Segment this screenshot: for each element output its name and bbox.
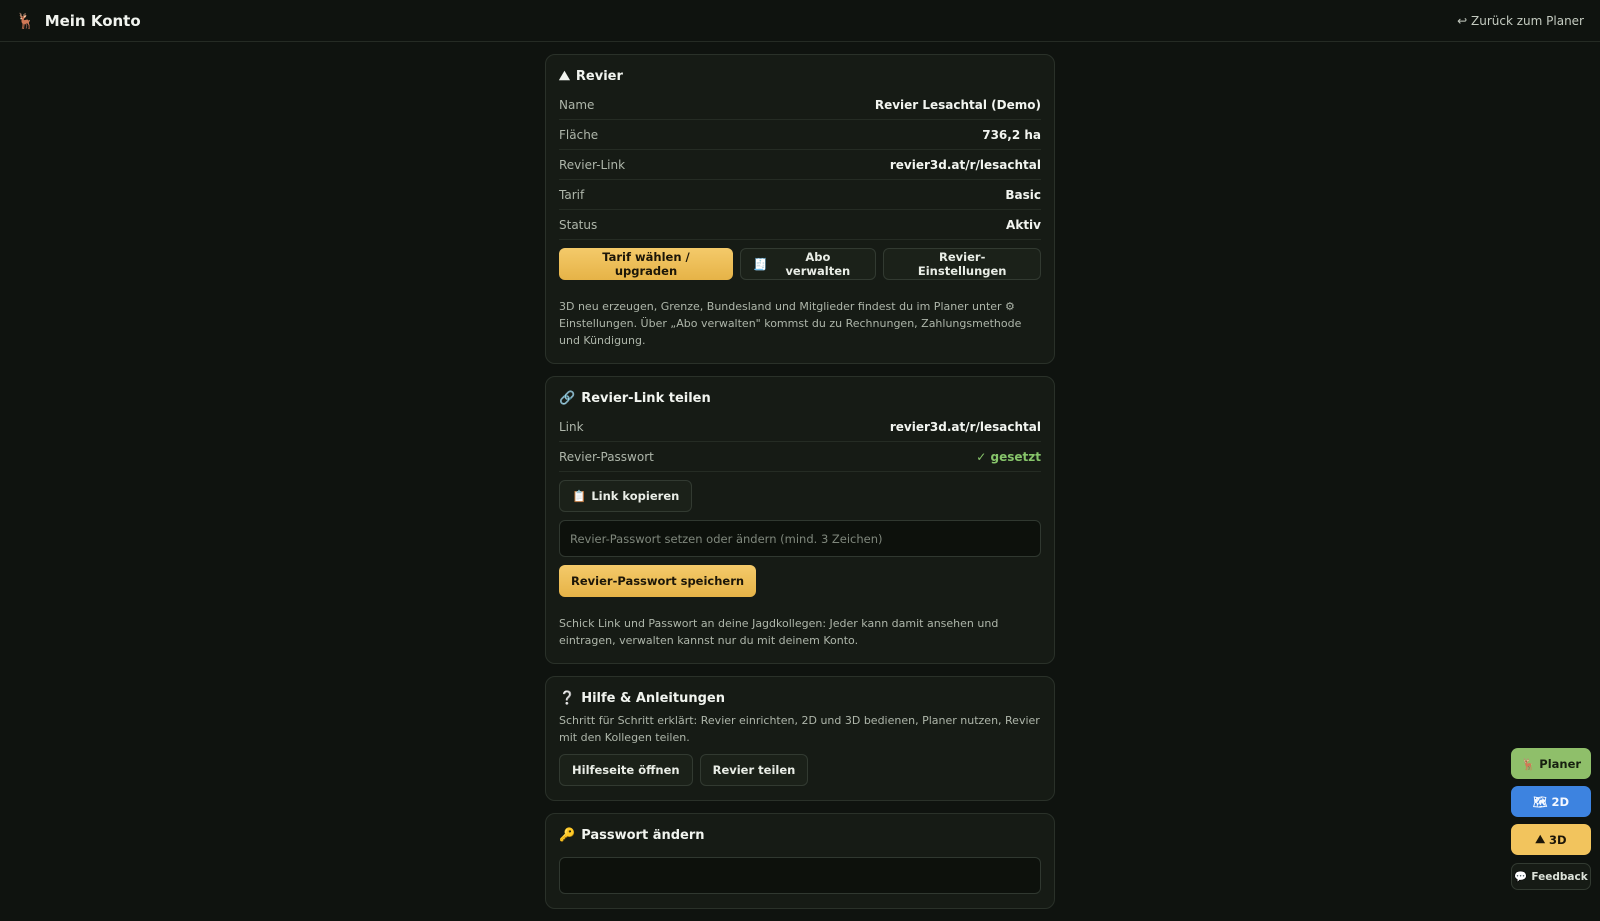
account-main: ⛰ Revier Name Revier Lesachtal (Demo) Fl…: [545, 54, 1055, 921]
help-note: Schritt für Schritt erklärt: Revier einr…: [559, 714, 1040, 744]
revier-password-input[interactable]: [559, 520, 1041, 557]
feedback-button[interactable]: 💬 Feedback: [1511, 863, 1591, 890]
manage-abo-button[interactable]: 🧾 Abo verwalten: [739, 248, 877, 280]
help-card: ❔ Hilfe & Anleitungen Schritt für Schrit…: [545, 676, 1055, 801]
revier-row-area: Fläche 736,2 ha: [559, 120, 1041, 150]
save-password-button[interactable]: Revier-Passwort speichern: [559, 565, 757, 597]
row-label: Revier-Passwort: [559, 449, 654, 464]
row-label: Revier-Link: [559, 157, 626, 172]
row-label: Fläche: [559, 127, 599, 142]
speech-bubble-icon: 💬: [1514, 871, 1528, 883]
share-row-password: Revier-Passwort ✓ gesetzt: [559, 442, 1041, 472]
receipt-icon: 🧾: [752, 257, 768, 271]
revier-card: ⛰ Revier Name Revier Lesachtal (Demo) Fl…: [545, 54, 1055, 364]
two-d-label: 2D: [1551, 794, 1570, 809]
top-bar: 🦌 Mein Konto ↩ Zurück zum Planer: [0, 0, 1600, 42]
row-value: revier3d.at/r/lesachtal: [889, 157, 1041, 172]
share-actions: 📋 Link kopieren: [559, 480, 1041, 512]
save-label: Revier-Passwort speichern: [571, 574, 745, 588]
row-value: Basic: [1005, 187, 1041, 202]
current-password-field[interactable]: [559, 857, 1041, 894]
revier-title: Revier: [575, 69, 623, 84]
share-revier-label: Revier teilen: [712, 763, 796, 777]
row-value: 736,2 ha: [982, 127, 1041, 142]
help-title: Hilfe & Anleitungen: [581, 691, 725, 706]
question-icon: ❔: [559, 691, 576, 706]
copy-link-button[interactable]: 📋 Link kopieren: [559, 480, 693, 512]
row-label: Link: [559, 419, 584, 434]
revier-row-tarif: Tarif Basic: [559, 180, 1041, 210]
upgrade-tarif-button[interactable]: Tarif wählen / upgraden: [559, 248, 733, 280]
row-label: Status: [559, 217, 598, 232]
deer-icon: 🦌: [16, 11, 35, 30]
share-note: Schick Link und Passwort an deine Jagdko…: [559, 617, 999, 647]
mountain-icon: ⛰: [559, 69, 570, 84]
revier-row-name: Name Revier Lesachtal (Demo): [559, 90, 1041, 120]
view-3d-fab[interactable]: ⛰ 3D: [1511, 824, 1591, 855]
back-to-planer-link[interactable]: ↩ Zurück zum Planer: [1457, 14, 1584, 28]
row-value: revier3d.at/r/lesachtal: [889, 419, 1041, 434]
abo-label: Abo verwalten: [785, 250, 851, 278]
password-title: Passwort ändern: [581, 828, 705, 843]
row-value: Aktiv: [1006, 217, 1041, 232]
revier-row-status: Status Aktiv: [559, 210, 1041, 240]
settings-label: Revier-Einstellungen: [917, 250, 1007, 278]
share-revier-button[interactable]: Revier teilen: [699, 754, 809, 786]
link-icon: 🔗: [559, 391, 576, 406]
share-title: Revier-Link teilen: [581, 391, 711, 406]
clipboard-icon: 📋: [572, 489, 587, 503]
password-card: 🔑 Passwort ändern: [545, 813, 1055, 909]
open-help-button[interactable]: Hilfeseite öffnen: [559, 754, 693, 786]
password-status-badge: ✓ gesetzt: [976, 449, 1041, 464]
help-heading: ❔ Hilfe & Anleitungen: [559, 691, 1041, 706]
mountain-icon: ⛰: [1535, 832, 1546, 846]
planer-fab[interactable]: 🦌 Planer: [1511, 748, 1591, 779]
password-heading: 🔑 Passwort ändern: [559, 828, 1041, 843]
password-save-actions: Revier-Passwort speichern: [559, 565, 1041, 597]
revier-heading: ⛰ Revier: [559, 69, 1041, 84]
page-title: Mein Konto: [44, 11, 141, 30]
row-label: Tarif: [559, 187, 585, 202]
share-card: 🔗 Revier-Link teilen Link revier3d.at/r/…: [545, 376, 1055, 664]
share-row-link: Link revier3d.at/r/lesachtal: [559, 412, 1041, 442]
row-value: Revier Lesachtal (Demo): [874, 97, 1041, 112]
feedback-label: Feedback: [1531, 870, 1588, 883]
copy-label: Link kopieren: [591, 489, 680, 503]
planer-label: Planer: [1539, 756, 1582, 771]
row-label: Name: [559, 97, 595, 112]
revier-row-link: Revier-Link revier3d.at/r/lesachtal: [559, 150, 1041, 180]
map-icon: 🗺: [1532, 794, 1548, 809]
view-2d-fab[interactable]: 🗺 2D: [1511, 786, 1591, 817]
revier-note: 3D neu erzeugen, Grenze, Bundesland und …: [559, 300, 1022, 347]
revier-settings-button[interactable]: Revier-Einstellungen: [883, 248, 1041, 280]
upgrade-label: Tarif wählen / upgraden: [602, 250, 690, 278]
open-help-label: Hilfeseite öffnen: [572, 763, 680, 777]
revier-actions: Tarif wählen / upgraden 🧾 Abo verwalten …: [559, 248, 1041, 280]
deer-icon: 🦌: [1520, 756, 1536, 771]
share-heading: 🔗 Revier-Link teilen: [559, 391, 1041, 406]
key-icon: 🔑: [559, 828, 576, 843]
help-actions: Hilfeseite öffnen Revier teilen: [559, 754, 1041, 786]
three-d-label: 3D: [1549, 832, 1567, 847]
